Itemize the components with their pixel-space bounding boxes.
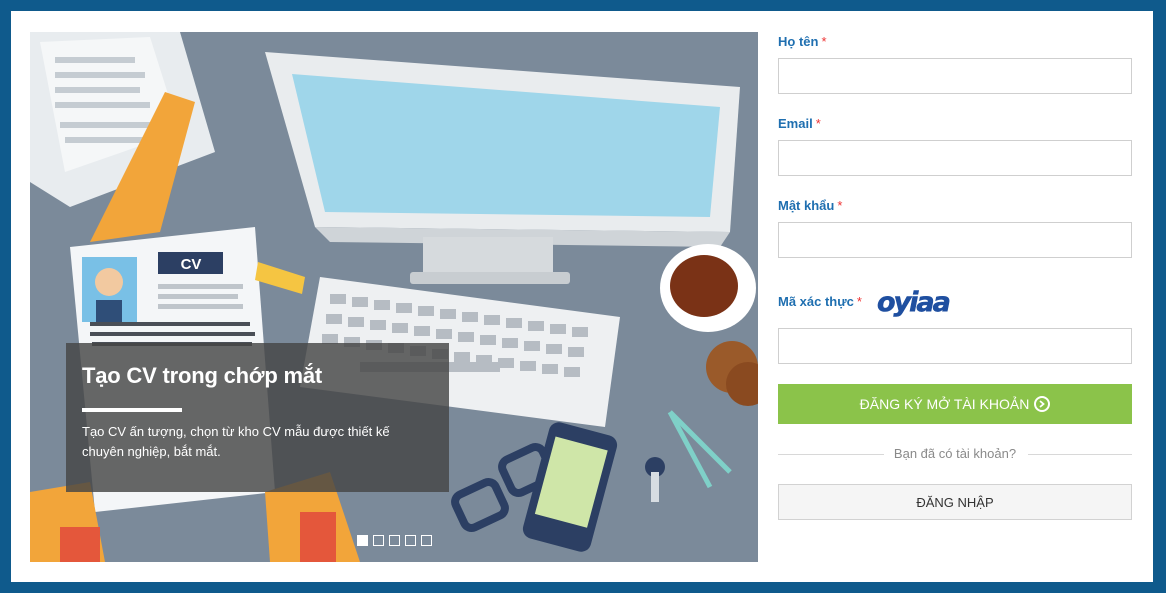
name-input[interactable]: [778, 58, 1132, 94]
captcha-text: oyiaa: [877, 287, 950, 318]
required-mark: *: [821, 34, 827, 49]
signup-panel: CV Tạo CV trong chớp mắt Tạo CV ấn tượng…: [11, 11, 1153, 582]
name-label: Họ tên *: [778, 34, 827, 49]
hero-slider: CV Tạo CV trong chớp mắt Tạo CV ấn tượng…: [30, 32, 758, 562]
caption-title: Tạo CV trong chớp mắt: [82, 363, 323, 388]
slide-dot-4[interactable]: [405, 535, 416, 546]
slide-dot-1[interactable]: [357, 535, 368, 546]
slider-pagination: [357, 535, 432, 546]
email-label-text: Email: [778, 116, 813, 131]
captcha-input[interactable]: [778, 328, 1132, 364]
register-button-label: ĐĂNG KÝ MỞ TÀI KHOẢN: [859, 396, 1030, 412]
name-label-text: Họ tên: [778, 34, 819, 49]
chevron-circle-right-icon: [1034, 396, 1051, 412]
email-label: Email *: [778, 116, 821, 131]
cv-tag: CV: [181, 256, 202, 273]
slide-caption: Tạo CV trong chớp mắt Tạo CV ấn tượng, c…: [66, 343, 449, 492]
captcha-label: Mã xác thực *: [778, 294, 862, 309]
captcha-image: oyiaa: [877, 287, 952, 319]
required-mark: *: [815, 116, 821, 131]
login-button[interactable]: ĐĂNG NHẬP: [778, 484, 1132, 520]
password-label: Mật khẩu *: [778, 198, 842, 213]
required-mark: *: [856, 294, 862, 309]
slide-dot-2[interactable]: [373, 535, 384, 546]
caption-text: Tạo CV ấn tượng, chọn từ kho CV mẫu được…: [82, 424, 390, 459]
captcha-label-text: Mã xác thực: [778, 294, 854, 309]
email-input[interactable]: [778, 140, 1132, 176]
caption-divider: [82, 408, 182, 412]
password-input[interactable]: [778, 222, 1132, 258]
slide-dot-3[interactable]: [389, 535, 400, 546]
register-button[interactable]: ĐĂNG KÝ MỞ TÀI KHOẢN: [778, 384, 1132, 424]
slide-dot-5[interactable]: [421, 535, 432, 546]
required-mark: *: [837, 198, 843, 213]
password-label-text: Mật khẩu: [778, 198, 835, 213]
divider-right: [1028, 454, 1132, 455]
